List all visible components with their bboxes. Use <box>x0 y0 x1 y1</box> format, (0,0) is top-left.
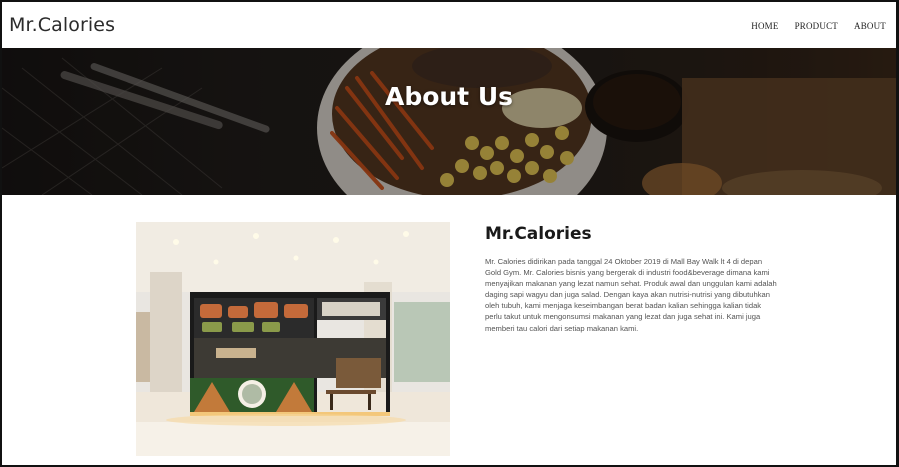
nav-link-about[interactable]: ABOUT <box>854 21 886 31</box>
nav-menu: HOME PRODUCT ABOUT <box>751 21 886 31</box>
about-description: Mr. Calories didirikan pada tanggal 24 O… <box>485 257 777 333</box>
hero-background-image <box>2 48 896 195</box>
about-title: Mr.Calories <box>485 224 592 244</box>
nav-link-product[interactable]: PRODUCT <box>795 21 838 31</box>
page-frame: Mr.Calories HOME PRODUCT ABOUT About Us … <box>0 0 899 467</box>
store-photo <box>136 222 450 456</box>
nav-link-home[interactable]: HOME <box>751 21 778 31</box>
brand-logo[interactable]: Mr.Calories <box>9 14 115 36</box>
hero-banner: About Us <box>2 48 896 195</box>
hero-title: About Us <box>384 82 514 111</box>
store-booth-image <box>136 222 450 456</box>
navbar: Mr.Calories HOME PRODUCT ABOUT <box>2 2 896 48</box>
